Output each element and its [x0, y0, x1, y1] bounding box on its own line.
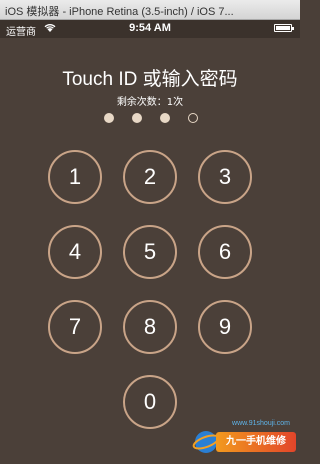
key-6[interactable]: 6	[198, 225, 252, 279]
battery-icon	[274, 24, 294, 32]
key-8[interactable]: 8	[123, 300, 177, 354]
key-1[interactable]: 1	[48, 150, 102, 204]
window-title: iOS 模拟器 - iPhone Retina (3.5-inch) / iOS…	[5, 6, 234, 18]
key-9[interactable]: 9	[198, 300, 252, 354]
key-3[interactable]: 3	[198, 150, 252, 204]
key-4[interactable]: 4	[48, 225, 102, 279]
watermark-url: www.91shouji.com	[232, 420, 290, 427]
watermark: www.91shouji.com 九一手机维修	[192, 420, 296, 460]
passcode-screen: Touch ID 或输入密码 剩余次数：1次 1 2 3 4 5 6 7 8 9…	[0, 38, 300, 464]
status-time: 9:54 AM	[129, 22, 171, 34]
watermark-label: 九一手机维修	[216, 432, 296, 452]
passcode-dots	[104, 113, 204, 125]
attempts-remaining: 剩余次数：1次	[116, 97, 184, 108]
key-2[interactable]: 2	[123, 150, 177, 204]
simulator-titlebar: iOS 模拟器 - iPhone Retina (3.5-inch) / iOS…	[0, 0, 300, 20]
status-bar: 运营商 9:54 AM	[0, 20, 300, 38]
passcode-dot	[104, 113, 114, 123]
key-5[interactable]: 5	[123, 225, 177, 279]
passcode-dot	[160, 113, 170, 123]
passcode-dot	[188, 113, 198, 123]
passcode-dot	[132, 113, 142, 123]
passcode-heading: Touch ID 或输入密码	[62, 69, 238, 90]
key-7[interactable]: 7	[48, 300, 102, 354]
key-0[interactable]: 0	[123, 375, 177, 429]
